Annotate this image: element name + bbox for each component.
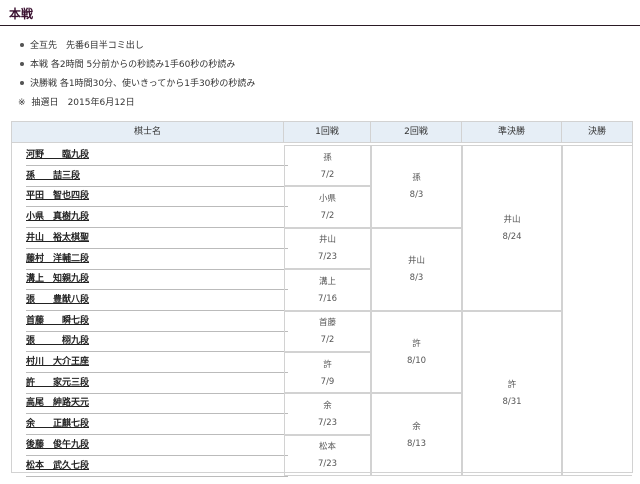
header-round1: 1回戦: [284, 122, 371, 143]
header-round2: 2回戦: [371, 122, 462, 143]
player-link[interactable]: 井山 裕太棋聖: [26, 233, 89, 243]
match-winner: 孫: [412, 173, 421, 184]
match-winner: 許: [412, 338, 421, 349]
match-winner: 許: [507, 380, 517, 391]
round1-match: 溝上 7/16: [284, 269, 371, 311]
rule-item: 本戦 各2時間 5分前からの秒読み1手60秒の秒読み: [18, 56, 255, 75]
player-link[interactable]: 松本 武久七段: [26, 461, 89, 471]
match-winner: 首藤: [318, 318, 336, 329]
match-date: 7/16: [317, 293, 338, 304]
rule-item: 決勝戦 各1時間30分、使いきってから1手30秒の秒読み: [18, 75, 255, 94]
match-date: 8/31: [502, 397, 522, 408]
match-date: 8/10: [406, 355, 427, 366]
round1-match: 孫 7/2: [284, 145, 371, 187]
match-date: 8/24: [502, 231, 522, 242]
lottery-date: ※ 抽選日 2015年6月12日: [18, 94, 135, 113]
page-title: 本戦: [9, 7, 34, 21]
note-mark: ※: [18, 98, 26, 108]
title-divider: [0, 25, 640, 26]
player-row: 河野 臨九段: [26, 145, 288, 166]
player-link[interactable]: 首藤 瞬七段: [26, 316, 89, 326]
player-row: 溝上 知親九段: [26, 269, 288, 291]
match-winner: 井山: [407, 256, 425, 267]
header-final: 決勝: [562, 122, 632, 143]
match-date: 7/23: [317, 459, 338, 470]
round1-match: 小県 7/2: [284, 186, 371, 228]
player-row: 松本 武久七段: [26, 456, 288, 477]
player-row: 余 正麒七段: [26, 414, 288, 436]
bullet-icon: [20, 80, 24, 85]
rule-item: 全互先 先番6目半コミ出し: [18, 37, 255, 56]
match-date: 7/2: [320, 211, 335, 222]
player-row: 村川 大介王座: [26, 352, 288, 373]
player-row: 張 栩九段: [26, 331, 288, 353]
round1-match: 余 7/23: [284, 393, 371, 435]
tournament-bracket: 棋士名 1回戦 2回戦 準決勝 決勝 河野 臨九段孫 喆三段 平田 智也四段 小県 …: [11, 121, 633, 477]
player-link[interactable]: 藤村 洋輔二段: [26, 254, 89, 264]
round1-match: 首藤 7/2: [284, 310, 371, 352]
match-winner: 松本: [318, 442, 336, 453]
player-link[interactable]: 溝上 知親九段: [26, 274, 89, 284]
player-link[interactable]: 高尾 紳路天元: [26, 398, 89, 408]
player-link[interactable]: 孫 喆三段: [26, 171, 80, 181]
rule-text: 決勝戦 各1時間30分、使いきってから1手30秒の秒読み: [30, 79, 256, 89]
semifinal-match: 許 8/31: [462, 310, 562, 477]
match-date: 7/2: [320, 169, 335, 180]
match-winner: 余: [323, 401, 332, 412]
player-link[interactable]: 河野 臨九段: [26, 150, 89, 160]
round1-match: 井山 7/23: [284, 227, 371, 270]
player-link[interactable]: 張 栩九段: [26, 336, 89, 346]
player-row: 首藤 瞬七段: [26, 311, 288, 332]
player-link[interactable]: 張 豊猷八段: [26, 295, 89, 305]
match-winner: 小県: [318, 194, 336, 205]
match-winner: 井山: [503, 214, 521, 225]
header-semifinal: 準決勝: [462, 122, 562, 143]
player-row: 後藤 俊午九段: [26, 435, 288, 456]
player-row: 平田 智也四段: [26, 186, 288, 208]
match-winner: 余: [412, 421, 421, 432]
player-row: 張 豊猷八段: [26, 290, 288, 311]
bullet-icon: [20, 42, 24, 47]
player-row: 井山 裕太棋聖: [26, 228, 288, 249]
match-winner: 溝上: [318, 276, 336, 287]
match-date: 8/3: [409, 273, 424, 284]
rules-list: 全互先 先番6目半コミ出し 本戦 各2時間 5分前からの秒読み1手60秒の秒読み…: [18, 37, 255, 94]
round2-match: 許 8/10: [371, 310, 462, 394]
match-date: 7/23: [317, 418, 338, 429]
player-link[interactable]: 村川 大介王座: [26, 357, 89, 367]
player-row: 藤村 洋輔二段: [26, 249, 288, 270]
rule-text: 全互先 先番6目半コミ出し: [30, 41, 144, 51]
player-link[interactable]: 後藤 俊午九段: [26, 440, 89, 450]
final-match: [562, 145, 632, 477]
player-link[interactable]: 余 正麒七段: [26, 419, 89, 429]
bullet-icon: [20, 61, 24, 66]
match-date: 7/2: [320, 335, 335, 346]
player-link[interactable]: 小県 真樹九段: [26, 212, 89, 222]
player-row: 高尾 紳路天元: [26, 393, 288, 415]
round1-match: 許 7/9: [284, 352, 371, 394]
player-row: 小県 真樹九段: [26, 207, 288, 229]
header-player-name: 棋士名: [12, 122, 284, 143]
round2-match: 孫 8/3: [371, 145, 462, 228]
player-row: 孫 喆三段: [26, 166, 288, 187]
player-row: 許 家元三段: [26, 373, 288, 394]
round2-match: 余 8/13: [371, 393, 462, 477]
match-date: 8/13: [406, 438, 427, 449]
player-link[interactable]: 平田 智也四段: [26, 191, 89, 201]
round2-match: 井山 8/3: [371, 227, 462, 311]
rule-text: 本戦 各2時間 5分前からの秒読み1手60秒の秒読み: [30, 60, 236, 70]
match-date: 7/23: [317, 252, 338, 263]
match-date: 8/3: [409, 190, 424, 201]
match-date: 7/9: [320, 376, 335, 387]
match-winner: 許: [323, 359, 332, 370]
match-winner: 井山: [318, 235, 336, 246]
semifinal-match: 井山 8/24: [462, 145, 562, 311]
player-link[interactable]: 許 家元三段: [26, 378, 89, 388]
lottery-label: 抽選日: [31, 98, 59, 108]
match-winner: 孫: [323, 152, 332, 163]
lottery-date-value: 2015年6月12日: [67, 98, 135, 108]
round1-match: 松本 7/23: [284, 434, 371, 477]
